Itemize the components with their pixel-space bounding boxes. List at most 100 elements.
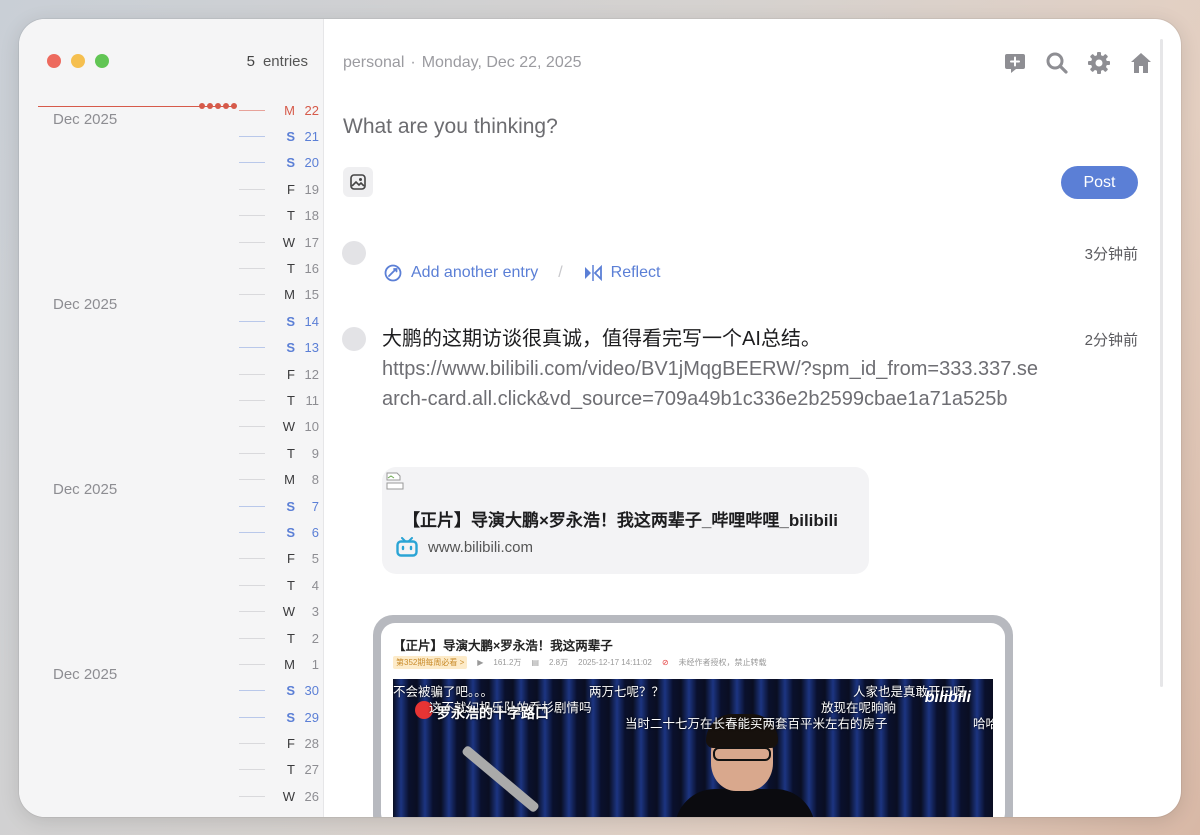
weekday-label: M bbox=[284, 102, 295, 118]
home-icon[interactable] bbox=[1129, 51, 1153, 75]
journal-name[interactable]: personal bbox=[343, 54, 404, 71]
timeline-day[interactable]: S 14 bbox=[239, 308, 319, 334]
timeline-day[interactable]: M8 bbox=[239, 466, 319, 492]
weekday-label: M bbox=[284, 656, 295, 672]
timeline-day[interactable]: S6 bbox=[239, 519, 319, 545]
compose-input[interactable]: What are you thinking? bbox=[343, 115, 558, 139]
timeline-day[interactable]: T2 bbox=[239, 625, 319, 651]
timeline-day[interactable]: T9 bbox=[239, 440, 319, 466]
month-label: Dec 2025 bbox=[53, 111, 118, 128]
timeline-day[interactable]: F 19 bbox=[239, 176, 319, 202]
weekday-label: W bbox=[282, 234, 295, 250]
entry-text: 大鹏的这期访谈很真诚，值得看完写一个AI总结。 bbox=[382, 328, 821, 350]
window-controls bbox=[47, 54, 109, 68]
timeline-day[interactable]: W 17 bbox=[239, 229, 319, 255]
entry-timestamp: 2分钟前 bbox=[1084, 332, 1138, 349]
reflect-button[interactable]: Reflect bbox=[583, 263, 660, 283]
day-number: 3 bbox=[311, 604, 319, 620]
weekday-label: T bbox=[287, 208, 295, 224]
screenshot-video-meta: 第352期每周必看 > ▶ 161.2万 ▤ 2.8万 2025-12-17 14:… bbox=[393, 656, 767, 669]
sidebar: 5 entries Dec 2025 Dec 2025 Dec 2025 Dec … bbox=[19, 19, 324, 817]
day-number: 26 bbox=[304, 788, 319, 804]
danmaku-icon: ▤ bbox=[531, 658, 539, 667]
weekday-label: S bbox=[286, 498, 295, 514]
link-preview-site: www.bilibili.com bbox=[396, 537, 533, 557]
timeline-day[interactable]: F 12 bbox=[239, 361, 319, 387]
scrollbar[interactable] bbox=[1160, 39, 1163, 687]
month-label: Dec 2025 bbox=[53, 666, 118, 683]
weekday-label: W bbox=[282, 419, 295, 435]
avatar bbox=[342, 241, 366, 265]
minimize-window-button[interactable] bbox=[71, 54, 85, 68]
weekday-label: M bbox=[284, 472, 295, 488]
day-number: 16 bbox=[304, 261, 319, 277]
day-number: 18 bbox=[304, 208, 319, 224]
timeline-day[interactable]: S 30 bbox=[239, 678, 319, 704]
timeline-day[interactable]: F 28 bbox=[239, 730, 319, 756]
weekday-label: T bbox=[287, 630, 295, 646]
weekday-label: W bbox=[282, 788, 295, 804]
timeline-day[interactable]: S 13 bbox=[239, 335, 319, 361]
timeline-day[interactable]: M 15 bbox=[239, 282, 319, 308]
post-button[interactable]: Post bbox=[1061, 166, 1138, 199]
timeline-day[interactable]: S7 bbox=[239, 493, 319, 519]
gear-icon[interactable] bbox=[1087, 51, 1111, 75]
zoom-window-button[interactable] bbox=[95, 54, 109, 68]
image-icon bbox=[350, 174, 366, 190]
timeline-day[interactable]: T 27 bbox=[239, 757, 319, 783]
entry-actions: Add another entry / Reflect bbox=[383, 263, 660, 283]
timeline-day[interactable]: T 16 bbox=[239, 255, 319, 281]
danmaku-comment: 哈哈 bbox=[973, 717, 993, 731]
timeline-day[interactable]: T4 bbox=[239, 572, 319, 598]
current-date: Monday, Dec 22, 2025 bbox=[421, 54, 582, 71]
timeline-day[interactable]: T 18 bbox=[239, 203, 319, 229]
new-entry-icon[interactable] bbox=[1003, 51, 1027, 75]
entry-link[interactable]: https://www.bilibili.com/video/BV1jMqgBE… bbox=[382, 354, 1042, 414]
timeline-day[interactable]: W 26 bbox=[239, 783, 319, 809]
day-number: 12 bbox=[304, 366, 319, 382]
weekday-label: F bbox=[287, 366, 295, 382]
weekday-label: T bbox=[287, 445, 295, 461]
day-number: 5 bbox=[311, 551, 319, 567]
timeline-day[interactable]: S 20 bbox=[239, 150, 319, 176]
close-window-button[interactable] bbox=[47, 54, 61, 68]
link-preview-card[interactable]: 【正片】导演大鹏×罗永浩！我这两辈子_哔哩哔哩_bilibili www.bil… bbox=[382, 467, 869, 574]
weekday-label: F bbox=[287, 181, 295, 197]
timeline-day[interactable]: T 11 bbox=[239, 387, 319, 413]
day-number: 27 bbox=[304, 762, 319, 778]
weekday-label: S bbox=[286, 129, 295, 145]
avatar bbox=[342, 327, 366, 351]
timeline-day[interactable]: S 29 bbox=[239, 704, 319, 730]
day-number: 4 bbox=[311, 577, 319, 593]
timeline-day[interactable]: S 21 bbox=[239, 123, 319, 149]
add-another-entry-button[interactable]: Add another entry bbox=[383, 263, 538, 283]
search-icon[interactable] bbox=[1045, 51, 1069, 75]
entries-count-label: entries bbox=[262, 53, 308, 70]
timeline-day[interactable]: M1 bbox=[239, 651, 319, 677]
weekday-label: S bbox=[286, 683, 295, 699]
reflect-icon bbox=[584, 264, 602, 282]
attach-image-button[interactable] bbox=[343, 167, 373, 197]
today-entry-dots bbox=[199, 103, 237, 109]
video-frame: 不会被骗了吧。。。 这不就幻机乐队的乔杉剧情吗 两万七呢？？ 人家也是真敢开口呀… bbox=[393, 679, 993, 817]
app-window: 5 entries Dec 2025 Dec 2025 Dec 2025 Dec … bbox=[19, 19, 1181, 817]
day-number: 20 bbox=[304, 155, 319, 171]
toolbar bbox=[1003, 51, 1153, 75]
video-screenshot[interactable]: 【正片】导演大鹏×罗永浩！我这两辈子 第352期每周必看 > ▶ 161.2万 ▤… bbox=[373, 615, 1013, 817]
timeline-day[interactable]: W 10 bbox=[239, 414, 319, 440]
screenshot-video-title: 【正片】导演大鹏×罗永浩！我这两辈子 bbox=[393, 639, 613, 653]
timeline-day[interactable]: W3 bbox=[239, 598, 319, 624]
weekday-label: S bbox=[286, 313, 295, 329]
day-number: 14 bbox=[304, 313, 319, 329]
danmaku-comment: 当时二十七万在长春能买两套百平米左右的房子 bbox=[625, 717, 888, 731]
day-number: 15 bbox=[304, 287, 319, 303]
day-number: 21 bbox=[304, 129, 319, 145]
day-number: 7 bbox=[311, 498, 319, 514]
timeline-day[interactable]: F5 bbox=[239, 546, 319, 572]
weekday-label: T bbox=[287, 392, 295, 408]
weekday-label: M bbox=[284, 287, 295, 303]
main-panel: personal · Monday, Dec 22, 2025 What are y… bbox=[325, 19, 1181, 817]
timeline-day[interactable]: M 22 bbox=[239, 97, 319, 123]
weekday-label: S bbox=[286, 524, 295, 540]
weekday-label: T bbox=[287, 577, 295, 593]
